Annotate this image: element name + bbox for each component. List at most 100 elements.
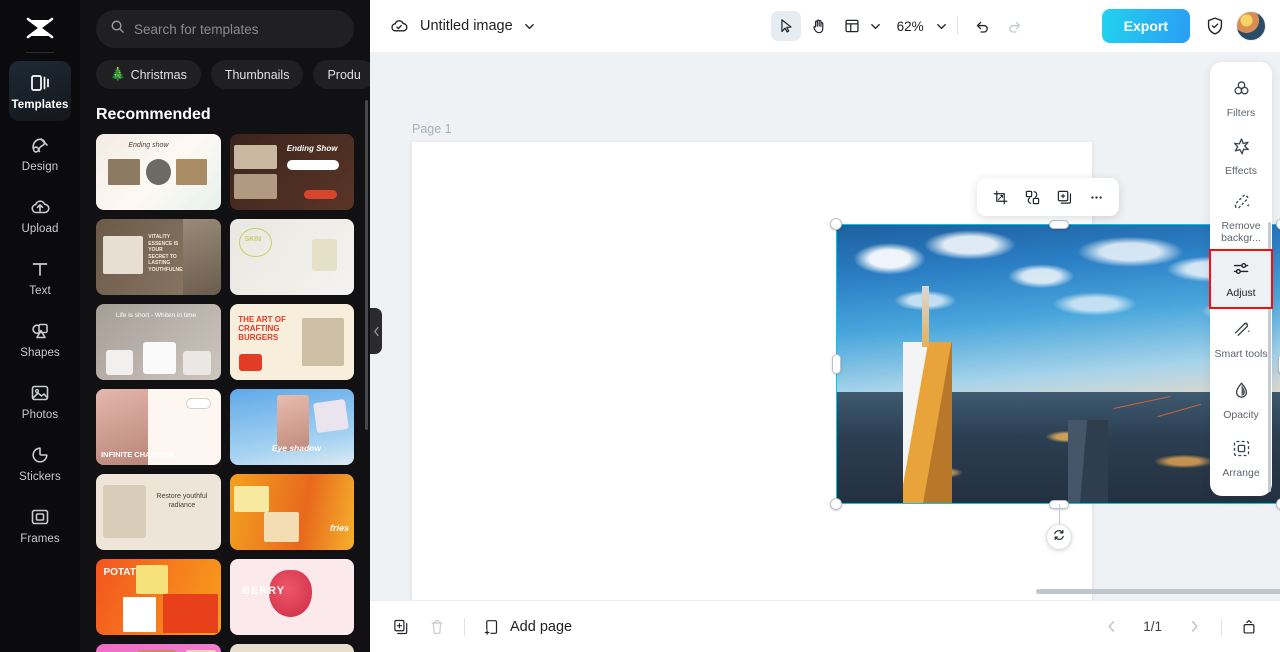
tool-opacity[interactable]: Opacity <box>1210 372 1272 430</box>
collapse-panel-button[interactable] <box>370 308 382 354</box>
filters-icon <box>1231 78 1252 104</box>
template-card[interactable]: VITALITY ESSENCE IS YOUR SECRET TO LASTI… <box>96 219 221 295</box>
sidebar-item-templates[interactable]: Templates <box>9 61 71 121</box>
templates-icon <box>28 71 52 95</box>
tool-filters[interactable]: Filters <box>1210 70 1272 128</box>
template-card[interactable]: fries <box>229 474 354 550</box>
template-card[interactable]: Ending Show <box>229 134 354 210</box>
add-page-button[interactable]: Add page <box>477 618 578 636</box>
cloud-saved-icon[interactable] <box>388 15 410 37</box>
template-card[interactable]: Fri-Yay! <box>96 644 221 652</box>
rotate-icon <box>1052 528 1066 547</box>
search-input[interactable] <box>134 21 340 37</box>
right-tool-rail: Filters Effects Remove backgr... Adjust … <box>1209 62 1273 496</box>
section-title-recommended: Recommended <box>96 106 211 123</box>
sidebar-item-frames[interactable]: Frames <box>9 495 71 555</box>
template-title: fries <box>330 522 350 533</box>
canvas-horizontal-scrollbar[interactable] <box>1036 589 1280 594</box>
resize-handle-left[interactable] <box>831 354 841 374</box>
template-card[interactable]: Ending show <box>96 134 221 210</box>
template-card[interactable]: POWDER PUFF <box>229 644 354 652</box>
sidebar-item-shapes[interactable]: Shapes <box>9 309 71 369</box>
resize-handle-br[interactable] <box>1276 498 1280 510</box>
opacity-icon <box>1231 380 1252 406</box>
tool-arrange[interactable]: Arrange <box>1210 430 1272 488</box>
template-title: Ending show <box>128 142 169 150</box>
bottombar-divider-2 <box>1221 617 1222 636</box>
capcut-logo[interactable] <box>17 8 63 48</box>
template-card[interactable]: Eye shadow <box>229 389 354 465</box>
resize-handle-tl[interactable] <box>830 218 842 230</box>
page-indicator: 1/1 <box>1143 619 1162 634</box>
christmas-tree-icon: 🎄 <box>110 67 126 81</box>
template-card[interactable]: THE ART OF CRAFTING BURGERS <box>229 304 354 380</box>
template-card[interactable]: SKIN <box>229 219 354 295</box>
template-title: SKIN <box>244 235 262 243</box>
tool-label: Arrange <box>1222 467 1260 480</box>
template-title: Ending Show <box>286 143 338 153</box>
sidebar-item-label: Design <box>21 161 59 173</box>
resize-handle-bl[interactable] <box>830 498 842 510</box>
template-title: VITALITY ESSENCE IS YOUR SECRET TO LASTI… <box>148 234 190 273</box>
next-page-button[interactable] <box>1179 612 1209 642</box>
duplicate-page-button[interactable] <box>386 612 416 642</box>
tool-label: Remove backgr... <box>1221 220 1261 244</box>
chip-products[interactable]: Produ <box>313 60 370 89</box>
chip-thumbnails[interactable]: Thumbnails <box>210 60 304 89</box>
left-nav-rail: Templates Design Upload Text Shapes Phot… <box>0 0 80 652</box>
toolbar-divider <box>956 17 958 35</box>
sidebar-item-design[interactable]: Design <box>9 123 71 183</box>
template-card[interactable]: Restore youthful radiance <box>96 474 221 550</box>
crop-button[interactable] <box>986 183 1014 211</box>
chip-christmas[interactable]: 🎄 Christmas <box>96 60 201 89</box>
hand-tool-button[interactable] <box>804 11 834 41</box>
sidebar-item-upload[interactable]: Upload <box>9 185 71 245</box>
category-chips: 🎄 Christmas Thumbnails Produ <box>80 48 370 89</box>
tool-smart-tools[interactable]: Smart tools <box>1210 308 1272 372</box>
chip-label: Thumbnails <box>224 67 290 82</box>
duplicate-button[interactable] <box>1050 183 1078 211</box>
tool-remove-background[interactable]: Remove backgr... <box>1210 186 1272 250</box>
replace-button[interactable] <box>1018 183 1046 211</box>
sidebar-item-label: Upload <box>21 223 59 235</box>
rotate-handle[interactable] <box>1046 524 1072 550</box>
tool-effects[interactable]: Effects <box>1210 128 1272 186</box>
remove-background-icon <box>1231 191 1252 217</box>
sidebar-item-stickers[interactable]: Stickers <box>9 433 71 493</box>
templates-scrollbar[interactable] <box>365 100 368 430</box>
select-tool-button[interactable] <box>770 11 801 41</box>
layout-caret-icon[interactable] <box>869 20 882 33</box>
sidebar-item-text[interactable]: Text <box>9 247 71 307</box>
canvas-area[interactable]: Page 1 <box>370 52 1280 600</box>
template-card[interactable]: POTATO <box>96 559 221 635</box>
sidebar-item-photos[interactable]: Photos <box>9 371 71 431</box>
export-button[interactable]: Export <box>1101 9 1190 43</box>
zoom-caret-icon[interactable] <box>935 20 948 33</box>
more-button[interactable] <box>1082 183 1110 211</box>
layout-tool-button[interactable] <box>837 11 867 41</box>
chevron-down-icon[interactable] <box>523 20 536 33</box>
zoom-level[interactable]: 62% <box>895 19 926 34</box>
search-templates-box[interactable] <box>96 10 354 48</box>
add-page-icon <box>483 618 501 636</box>
expand-panel-button[interactable] <box>1234 612 1264 642</box>
page-label: Page 1 <box>412 122 452 136</box>
prev-page-button[interactable] <box>1096 612 1126 642</box>
redo-button[interactable] <box>1000 11 1030 41</box>
template-card[interactable]: Life is short - Whiten in time <box>96 304 221 380</box>
shield-check-icon[interactable] <box>1204 15 1226 37</box>
template-card[interactable]: BERRY <box>229 559 354 635</box>
stickers-icon <box>28 443 52 467</box>
tool-adjust[interactable]: Adjust <box>1209 249 1273 309</box>
sidebar-item-label: Shapes <box>20 347 60 359</box>
document-title[interactable]: Untitled image <box>420 18 513 34</box>
rail-divider <box>26 52 54 53</box>
user-avatar[interactable] <box>1236 11 1266 41</box>
template-title: INFINITE CHARISMA <box>100 449 175 459</box>
template-title: Life is short - Whiten in time <box>115 312 197 320</box>
text-icon <box>28 257 52 281</box>
template-card[interactable]: INFINITE CHARISMA <box>96 389 221 465</box>
resize-handle-top[interactable] <box>1049 219 1069 229</box>
undo-button[interactable] <box>967 11 997 41</box>
delete-page-button[interactable] <box>422 612 452 642</box>
